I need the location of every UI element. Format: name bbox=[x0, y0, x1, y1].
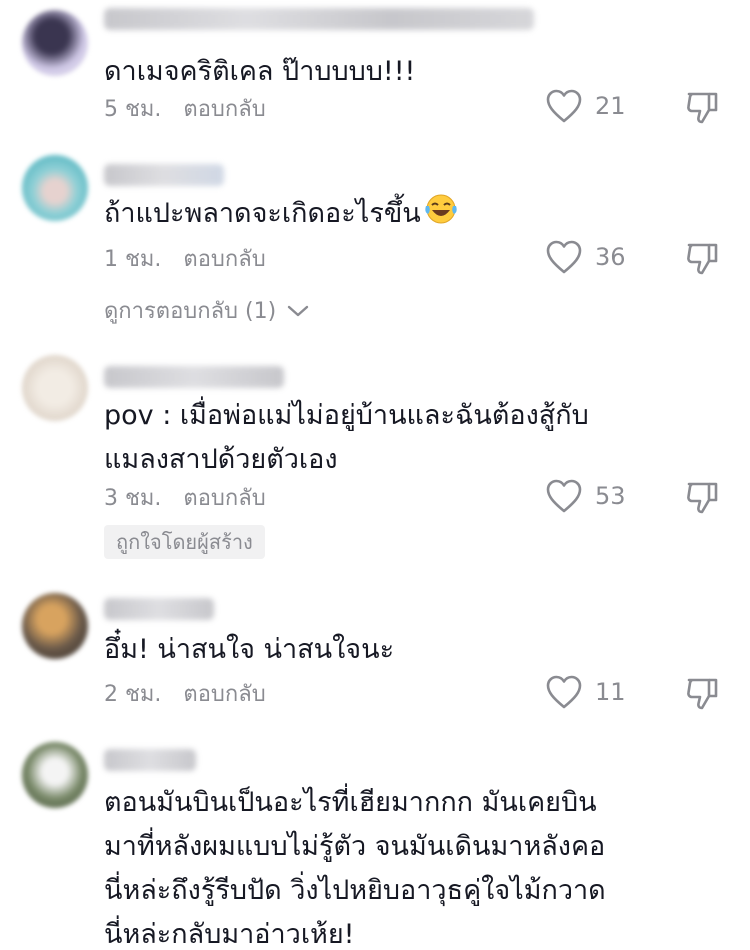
reply-button[interactable]: ตอบกลับ bbox=[183, 95, 265, 125]
username[interactable] bbox=[104, 366, 284, 388]
comment-time: 5 ชม. bbox=[104, 97, 162, 122]
heart-outline-icon bbox=[546, 89, 582, 123]
reply-button[interactable]: ตอบกลับ bbox=[183, 680, 265, 710]
view-replies-button[interactable]: ดูการตอบกลับ (1) bbox=[104, 293, 310, 328]
like-count: 53 bbox=[595, 482, 626, 510]
avatar[interactable] bbox=[22, 593, 88, 659]
comment-text-line: แมลงสาปด้วยตัวเอง bbox=[104, 444, 338, 475]
username[interactable] bbox=[104, 598, 214, 620]
username[interactable] bbox=[104, 8, 534, 30]
comment-text-line: ถ้าแปะพลาดจะเกิดอะไรขึ้น bbox=[104, 192, 720, 236]
comment-meta: 5 ชม. ตอบกลับ bbox=[104, 95, 266, 125]
comment-list: ดาเมจคริติเคล ป๊าบบบบ!!! 5 ชม. ตอบกลับ 2… bbox=[0, 0, 750, 950]
like-count: 21 bbox=[595, 92, 626, 120]
comment-text-line: อึ๋ม! น่าสนใจ น่าสนใจนะ bbox=[104, 634, 395, 665]
comment-text: pov : เมื่อพ่อแม่ไม่อยู่บ้านและฉันต้องสู… bbox=[104, 394, 720, 482]
comment-text-line: นี่หล่ะกลับมาอ่าวเห้ย! bbox=[104, 919, 355, 950]
reply-button[interactable]: ตอบกลับ bbox=[183, 245, 265, 275]
username[interactable] bbox=[104, 749, 196, 771]
like-button[interactable]: 21 bbox=[545, 88, 626, 124]
thumbs-down-icon[interactable] bbox=[683, 88, 721, 126]
avatar[interactable] bbox=[22, 355, 88, 421]
comment-meta: 1 ชม. ตอบกลับ bbox=[104, 245, 266, 275]
comment-time: 1 ชม. bbox=[104, 247, 162, 272]
like-button[interactable]: 53 bbox=[545, 478, 626, 514]
comment-text-span: ถ้าแปะพลาดจะเกิดอะไรขึ้น bbox=[104, 198, 421, 229]
heart-outline-icon bbox=[546, 240, 582, 274]
thumbs-down-icon[interactable] bbox=[683, 674, 721, 712]
avatar[interactable] bbox=[22, 10, 88, 76]
comment-text-line: ตอนมันบินเป็นอะไรที่เฮียมากกก มันเคยบิน bbox=[104, 787, 597, 818]
thumbs-down-icon[interactable] bbox=[683, 478, 721, 516]
like-button[interactable]: 11 bbox=[545, 674, 626, 710]
heart-outline-icon bbox=[546, 675, 582, 709]
comment-text-line: pov : เมื่อพ่อแม่ไม่อยู่บ้านและฉันต้องสู… bbox=[104, 400, 589, 431]
laughing-tears-emoji bbox=[425, 194, 457, 224]
username[interactable] bbox=[104, 164, 224, 186]
chevron-down-icon bbox=[287, 305, 309, 316]
comment-time: 2 ชม. bbox=[104, 682, 162, 707]
avatar[interactable] bbox=[22, 742, 88, 808]
comment-text-line: มาที่หลังผมแบบไม่รู้ตัว จนมันเดินมาหลังค… bbox=[104, 831, 606, 862]
thumbs-down-icon[interactable] bbox=[683, 239, 721, 277]
view-replies-label: ดูการตอบกลับ (1) bbox=[104, 299, 277, 324]
comment-text: อึ๋ม! น่าสนใจ น่าสนใจนะ bbox=[104, 628, 720, 672]
liked-by-creator-badge: ถูกใจโดยผู้สร้าง bbox=[104, 525, 265, 559]
like-count: 36 bbox=[595, 243, 626, 271]
comment-text-line: ดาเมจคริติเคล ป๊าบบบบ!!! bbox=[104, 56, 416, 87]
reply-button[interactable]: ตอบกลับ bbox=[183, 484, 265, 514]
avatar[interactable] bbox=[22, 155, 88, 221]
like-button[interactable]: 36 bbox=[545, 239, 626, 275]
comment-meta: 2 ชม. ตอบกลับ bbox=[104, 680, 266, 710]
comment-time: 3 ชม. bbox=[104, 486, 162, 511]
heart-outline-icon bbox=[546, 479, 582, 513]
comment-text: ถ้าแปะพลาดจะเกิดอะไรขึ้น bbox=[104, 192, 720, 236]
comment-text: ดาเมจคริติเคล ป๊าบบบบ!!! bbox=[104, 50, 720, 94]
comment-text-line: นี่หล่ะถึงรู้รีบปัด วิ่งไปหยิบอาวุธคู่ใจ… bbox=[104, 875, 606, 906]
comment-meta: 3 ชม. ตอบกลับ bbox=[104, 484, 266, 514]
comment-text: ตอนมันบินเป็นอะไรที่เฮียมากกก มันเคยบิน … bbox=[104, 781, 720, 950]
like-count: 11 bbox=[595, 678, 626, 706]
